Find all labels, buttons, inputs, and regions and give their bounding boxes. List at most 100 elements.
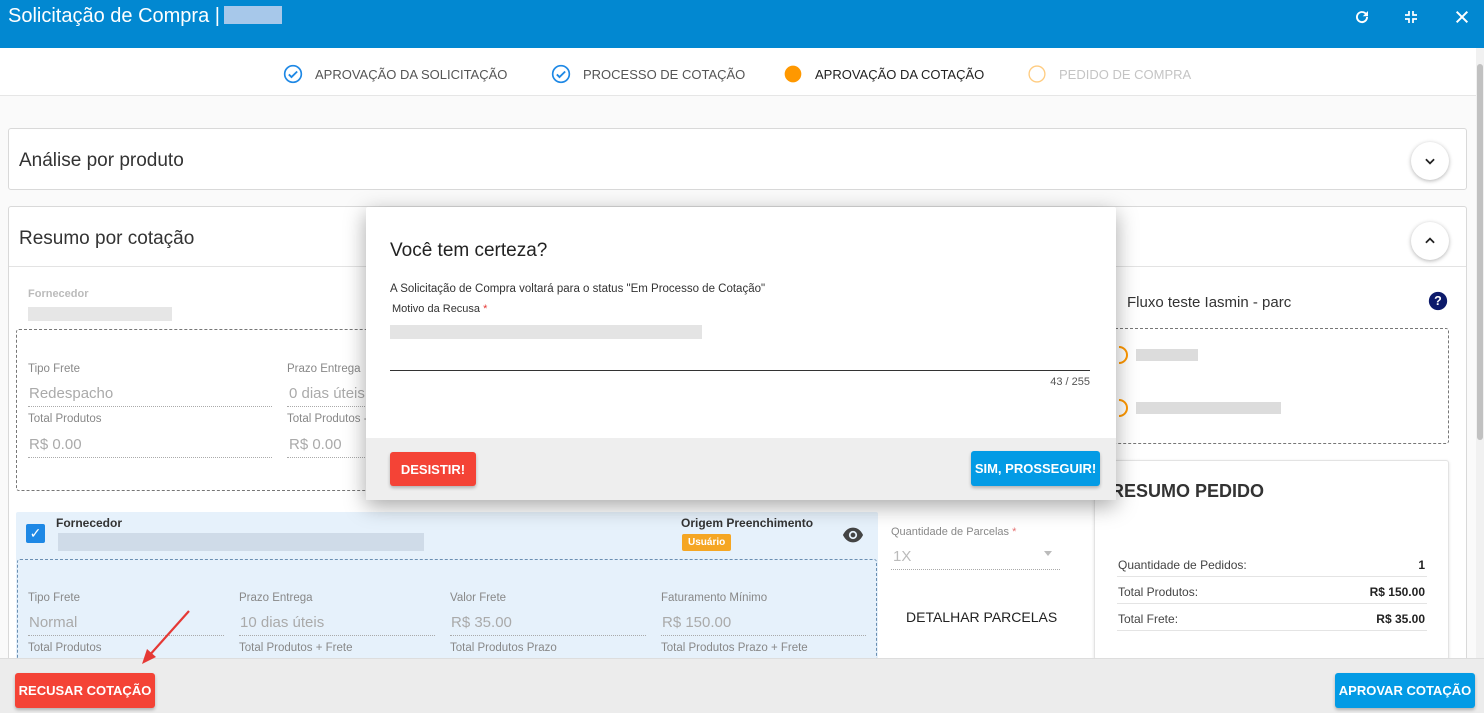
check-circle-icon xyxy=(283,64,303,84)
window-title-wrap: Solicitação de Compra | xyxy=(8,5,282,28)
chevron-up-icon[interactable] xyxy=(1411,222,1449,260)
row-label: Quantidade de Pedidos: xyxy=(1118,558,1247,572)
eye-icon[interactable] xyxy=(842,526,864,549)
total-produtos-label: Total Produtos xyxy=(28,642,102,654)
confirm-dialog: Você tem certeza? A Solicitação de Compr… xyxy=(366,207,1116,500)
resumo-pedido-card: RESUMO PEDIDO Quantidade de Pedidos: 1 T… xyxy=(1094,460,1449,660)
step-label: APROVAÇÃO DA SOLICITAÇÃO xyxy=(315,66,508,82)
valor-frete-value: R$ 35.00 xyxy=(451,614,512,631)
resumo-row: Quantidade de Pedidos: 1 xyxy=(1117,551,1427,577)
total-produtos-frete-label: Total Produtos - xyxy=(287,413,368,425)
svg-text:?: ? xyxy=(1434,294,1442,308)
dialog-title: Você tem certeza? xyxy=(390,240,548,261)
stepper: APROVAÇÃO DA SOLICITAÇÃO PROCESSO DE COT… xyxy=(0,48,1476,96)
prazo-entrega-value: 10 dias úteis xyxy=(240,614,325,631)
redacted-reason xyxy=(390,325,702,339)
motivo-recusa-input[interactable] xyxy=(390,323,1090,371)
desistir-button[interactable]: DESISTIR! xyxy=(390,452,476,486)
step-label: PEDIDO DE COMPRA xyxy=(1059,66,1192,82)
prazo-entrega-value: 0 dias úteis xyxy=(289,385,365,402)
redacted-id xyxy=(223,6,282,24)
dialog-footer: DESISTIR! SIM, PROSSEGUIR! xyxy=(366,438,1116,500)
arrow-icon xyxy=(142,610,190,664)
step-aprovacao-cotacao: APROVAÇÃO DA COTAÇÃO xyxy=(783,64,984,84)
total-produtos-frete-label: Total Produtos + Frete xyxy=(239,642,353,654)
parcelas-label: Quantidade de Parcelas * xyxy=(891,526,1017,538)
divider xyxy=(661,635,866,636)
fluxo-title: Fluxo teste Iasmin - parc xyxy=(1127,294,1292,311)
total-produtos-prazo-label: Total Produtos Prazo xyxy=(450,642,557,654)
row-value: 1 xyxy=(1418,558,1425,572)
divider xyxy=(239,635,435,636)
chevron-down-icon[interactable] xyxy=(1044,551,1052,556)
detalhar-parcelas-button[interactable]: DETALHAR PARCELAS xyxy=(906,609,1057,625)
divider xyxy=(450,635,646,636)
row-label: Total Produtos: xyxy=(1118,585,1199,599)
redacted-fornecedor xyxy=(58,533,424,551)
faturamento-label: Faturamento Mínimo xyxy=(661,592,768,604)
row-value: R$ 35.00 xyxy=(1376,612,1425,626)
analise-title: Análise por produto xyxy=(19,150,184,171)
step-label: APROVAÇÃO DA COTAÇÃO xyxy=(815,66,985,82)
motivo-label-text: Motivo da Recusa xyxy=(392,303,481,315)
window-title: Solicitação de Compra | xyxy=(8,5,220,27)
step-label: PROCESSO DE COTAÇÃO xyxy=(583,66,746,82)
fluxo-box xyxy=(1102,328,1449,444)
valor-frete-label: Valor Frete xyxy=(450,592,507,604)
resumo-title: Resumo por cotação xyxy=(19,228,195,249)
divider xyxy=(287,457,367,458)
row-label: Total Frete: xyxy=(1118,612,1179,626)
scrollbar-thumb[interactable] xyxy=(1477,64,1483,440)
check-circle-icon xyxy=(551,64,571,84)
divider xyxy=(28,457,272,458)
redacted-approver xyxy=(1136,349,1198,361)
prazo-entrega-label: Prazo Entrega xyxy=(239,592,313,604)
divider xyxy=(891,569,1060,570)
analise-panel[interactable]: Análise por produto xyxy=(8,128,1467,190)
faturamento-value: R$ 150.00 xyxy=(662,614,732,631)
divider xyxy=(287,406,367,407)
row-value: R$ 150.00 xyxy=(1369,585,1425,599)
redacted-approver xyxy=(1136,402,1281,414)
origem-badge: Usuário xyxy=(682,534,732,551)
fornecedor-label: Fornecedor xyxy=(28,288,89,300)
prazo-entrega-label: Prazo Entrega xyxy=(287,363,361,375)
total-produtos-frete-value: R$ 0.00 xyxy=(289,436,342,453)
resumo-row: Total Produtos: R$ 150.00 xyxy=(1117,578,1427,604)
checkbox-icon[interactable]: ✓ xyxy=(26,524,45,543)
total-produtos-prazo-frete-label: Total Produtos Prazo + Frete xyxy=(661,642,808,654)
tipo-frete-value: Normal xyxy=(29,614,78,631)
dialog-message: A Solicitação de Compra voltará para o s… xyxy=(390,283,766,295)
help-icon[interactable]: ? xyxy=(1428,291,1448,316)
prosseguir-button[interactable]: SIM, PROSSEGUIR! xyxy=(971,451,1100,486)
step-pedido-compra: PEDIDO DE COMPRA xyxy=(1027,64,1191,84)
resumo-pedido-title: RESUMO PEDIDO xyxy=(1111,481,1265,501)
total-produtos-value: R$ 0.00 xyxy=(29,436,82,453)
step-processo-cotacao: PROCESSO DE COTAÇÃO xyxy=(551,64,745,84)
origem-label: Origem Preenchimento xyxy=(681,516,814,530)
refresh-icon[interactable] xyxy=(1349,4,1375,30)
collapse-icon[interactable] xyxy=(1398,4,1424,30)
tipo-frete-label: Tipo Frete xyxy=(28,592,80,604)
quote1-details xyxy=(16,329,378,491)
tipo-frete-value: Redespacho xyxy=(29,385,114,402)
tipo-frete-label: Tipo Frete xyxy=(28,363,80,375)
aprovar-cotacao-button[interactable]: APROVAR COTAÇÃO xyxy=(1335,673,1475,708)
chevron-down-icon[interactable] xyxy=(1411,142,1449,180)
char-counter: 43 / 255 xyxy=(1050,376,1090,388)
close-icon[interactable] xyxy=(1449,4,1475,30)
fornecedor-label: Fornecedor xyxy=(56,516,123,530)
motivo-label: Motivo da Recusa * xyxy=(392,303,487,315)
parcelas-select[interactable]: 1X xyxy=(893,548,911,565)
required-mark: * xyxy=(483,303,488,315)
parcelas-label-text: Quantidade de Parcelas xyxy=(891,526,1010,538)
action-bar: RECUSAR COTAÇÃO APROVAR COTAÇÃO xyxy=(0,658,1484,713)
step-aprovacao-solicitacao: APROVAÇÃO DA SOLICITAÇÃO xyxy=(283,64,507,84)
resumo-row: Total Frete: R$ 35.00 xyxy=(1117,605,1427,631)
recusar-cotacao-button[interactable]: RECUSAR COTAÇÃO xyxy=(15,673,155,708)
app-header: Solicitação de Compra | xyxy=(0,0,1484,48)
dot-icon xyxy=(784,65,802,83)
total-produtos-label: Total Produtos xyxy=(28,413,102,425)
redacted-fornecedor xyxy=(28,307,172,321)
divider xyxy=(28,406,272,407)
